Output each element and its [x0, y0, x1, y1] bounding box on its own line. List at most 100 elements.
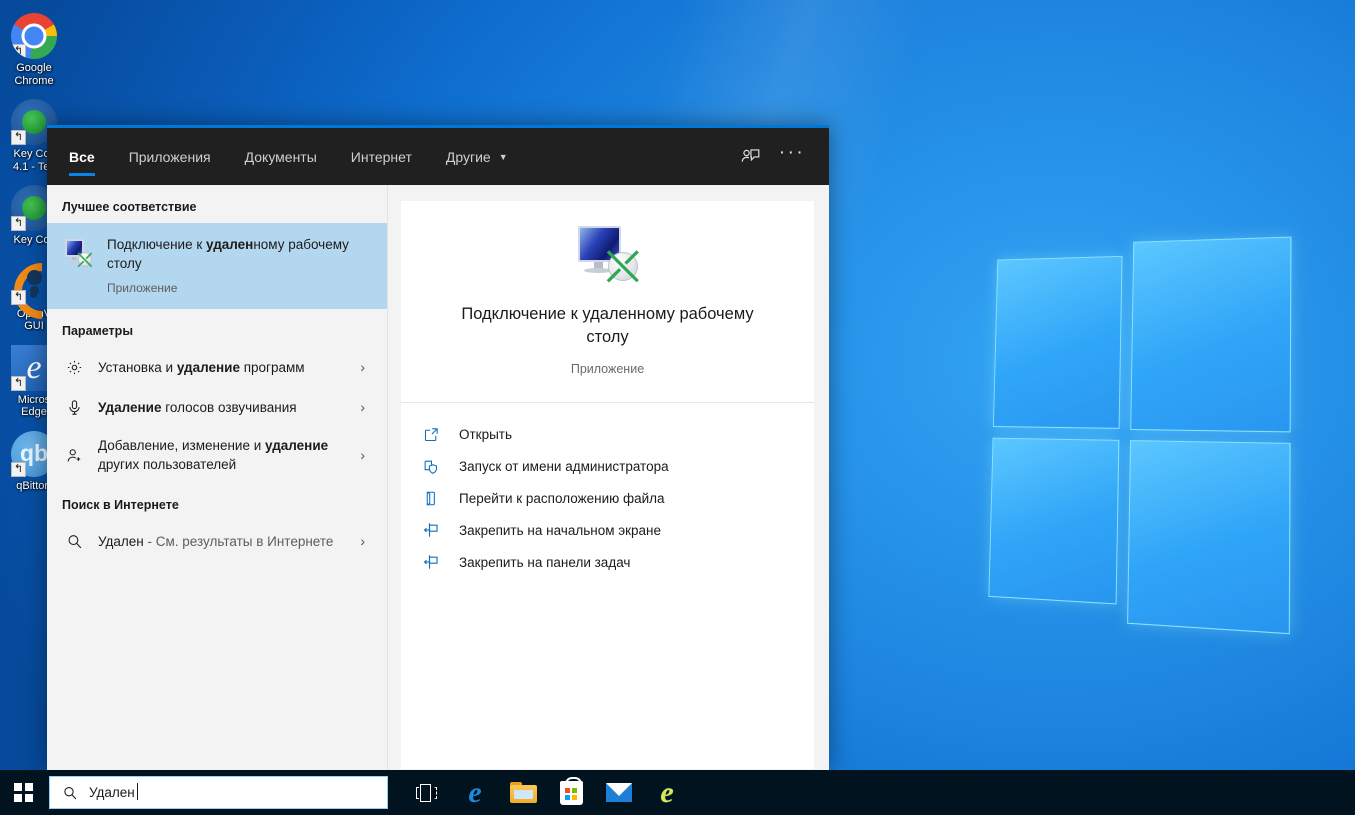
- settings-result-uninstall-programs[interactable]: Установка и удаление программ ›: [47, 347, 387, 387]
- open-file-location-icon: [421, 488, 441, 508]
- chevron-down-icon: ▼: [499, 152, 508, 162]
- mail-glyph: [606, 783, 632, 802]
- remote-desktop-connection-icon: ⤬: [575, 225, 641, 283]
- web-search-heading: Поиск в Интернете: [47, 483, 387, 521]
- web-search-query: Удален: [98, 534, 144, 549]
- label-suffix: других пользователей: [98, 457, 236, 472]
- open-icon: [421, 424, 441, 444]
- best-match-text: Подключение к удаленному рабочему столу …: [107, 236, 373, 295]
- action-open-file-location[interactable]: Перейти к расположению файла: [421, 482, 814, 514]
- shortcut-arrow-icon: ↰: [11, 216, 26, 231]
- shortcut-arrow-icon: ↰: [11, 462, 26, 477]
- tab-label: Все: [69, 149, 95, 165]
- best-match-result[interactable]: ⤬ Подключение к удаленному рабочему стол…: [47, 223, 387, 309]
- search-input[interactable]: Удален: [49, 776, 388, 809]
- desktop-icon-google-chrome[interactable]: ↰ Google Chrome: [0, 8, 68, 94]
- label-highlight: удаление: [265, 438, 328, 453]
- tab-more[interactable]: Другие ▼: [429, 128, 525, 185]
- label-highlight: удаление: [177, 360, 240, 375]
- windows-search-flyout: Все Приложения Документы Интернет Другие…: [47, 125, 829, 770]
- best-match-title: Подключение к удаленному рабочему столу: [107, 236, 373, 273]
- wallpaper-pane: [1130, 237, 1291, 433]
- taskbar-internet-explorer-icon[interactable]: e: [643, 770, 691, 815]
- wallpaper-pane: [993, 256, 1123, 429]
- app-type-label: Приложение: [425, 362, 790, 376]
- web-search-result[interactable]: Удален - См. результаты в Интернете ›: [47, 521, 387, 561]
- more-options-icon[interactable]: ···: [771, 136, 813, 178]
- tab-label: Документы: [245, 149, 317, 165]
- gear-icon: [64, 357, 84, 377]
- chevron-right-icon: ›: [360, 447, 377, 463]
- web-search-suffix: - См. результаты в Интернете: [144, 534, 334, 549]
- search-input-value: Удален: [89, 785, 135, 800]
- search-results-column: Лучшее соответствие ⤬ Подключение к удал…: [47, 185, 388, 770]
- shortcut-arrow-icon: ↰: [11, 376, 26, 391]
- shortcut-arrow-icon: ↰: [11, 44, 26, 59]
- taskbar-mail-icon[interactable]: [595, 770, 643, 815]
- taskbar-microsoft-edge-icon[interactable]: e: [451, 770, 499, 815]
- action-run-as-administrator[interactable]: Запуск от имени администратора: [421, 450, 814, 482]
- run-as-administrator-icon: [421, 456, 441, 476]
- chevron-right-icon: ›: [360, 399, 377, 415]
- wallpaper-pane: [1127, 440, 1291, 634]
- taskbar-file-explorer-icon[interactable]: [499, 770, 547, 815]
- search-tab-bar: Все Приложения Документы Интернет Другие…: [47, 128, 829, 185]
- feedback-icon[interactable]: [729, 136, 771, 178]
- title-prefix: Подключение к: [107, 237, 206, 252]
- settings-result-label: Установка и удаление программ: [98, 358, 346, 377]
- action-pin-to-start[interactable]: Закрепить на начальном экране: [421, 514, 814, 546]
- pin-to-taskbar-icon: [421, 552, 441, 572]
- app-actions-list: Открыть Запуск от имени администратора: [401, 403, 814, 578]
- label-suffix: голосов озвучивания: [162, 400, 297, 415]
- start-button[interactable]: [0, 770, 47, 815]
- action-open[interactable]: Открыть: [421, 418, 814, 450]
- settings-result-manage-users[interactable]: Добавление, изменение и удаление других …: [47, 427, 387, 483]
- search-icon: [64, 531, 84, 551]
- ie-glyph: e: [660, 778, 673, 808]
- pin-to-start-icon: [421, 520, 441, 540]
- shortcut-arrow-icon: ↰: [11, 130, 26, 145]
- task-view-icon[interactable]: [403, 770, 451, 815]
- tab-label: Приложения: [129, 149, 211, 165]
- action-pin-to-taskbar[interactable]: Закрепить на панели задач: [421, 546, 814, 578]
- store-glyph: [560, 781, 583, 805]
- settings-result-label: Удаление голосов озвучивания: [98, 398, 346, 417]
- action-label: Закрепить на панели задач: [459, 555, 630, 570]
- best-match-subtitle: Приложение: [107, 281, 373, 295]
- task-view-glyph: [416, 784, 438, 802]
- tab-label: Другие: [446, 149, 491, 165]
- app-preview-card: ⤬ Подключение к удаленному рабочему стол…: [401, 201, 814, 769]
- chevron-right-icon: ›: [360, 359, 377, 375]
- action-label: Запуск от имени администратора: [459, 459, 669, 474]
- action-label: Закрепить на начальном экране: [459, 523, 661, 538]
- action-label: Открыть: [459, 427, 512, 442]
- taskbar: Удален e e: [0, 770, 1355, 815]
- title-highlight: удален: [206, 237, 253, 252]
- web-search-label: Удален - См. результаты в Интернете: [98, 532, 346, 551]
- search-panel-body: Лучшее соответствие ⤬ Подключение к удал…: [47, 185, 829, 770]
- search-icon: [62, 785, 78, 801]
- app-hero: ⤬ Подключение к удаленному рабочему стол…: [401, 201, 814, 376]
- tab-web[interactable]: Интернет: [334, 128, 429, 185]
- microphone-icon: [64, 397, 84, 417]
- app-title: Подключение к удаленному рабочему столу: [425, 303, 790, 349]
- folder-glyph: [510, 782, 537, 803]
- app-preview-column: ⤬ Подключение к удаленному рабочему стол…: [388, 185, 829, 770]
- settings-heading: Параметры: [47, 309, 387, 347]
- best-match-heading: Лучшее соответствие: [47, 185, 387, 223]
- tab-label: Интернет: [351, 149, 412, 165]
- label-prefix: Установка и: [98, 360, 177, 375]
- tab-apps[interactable]: Приложения: [112, 128, 228, 185]
- edge-glyph: e: [468, 778, 481, 808]
- settings-result-remove-voices[interactable]: Удаление голосов озвучивания ›: [47, 387, 387, 427]
- taskbar-microsoft-store-icon[interactable]: [547, 770, 595, 815]
- tab-documents[interactable]: Документы: [228, 128, 334, 185]
- add-user-icon: [64, 445, 84, 465]
- windows-logo-icon: [14, 783, 33, 802]
- action-label: Перейти к расположению файла: [459, 491, 665, 506]
- label-highlight: Удаление: [98, 400, 162, 415]
- tab-all[interactable]: Все: [47, 128, 112, 185]
- chrome-icon: ↰: [11, 13, 57, 59]
- label-prefix: Добавление, изменение и: [98, 438, 265, 453]
- settings-result-label: Добавление, изменение и удаление других …: [98, 436, 346, 474]
